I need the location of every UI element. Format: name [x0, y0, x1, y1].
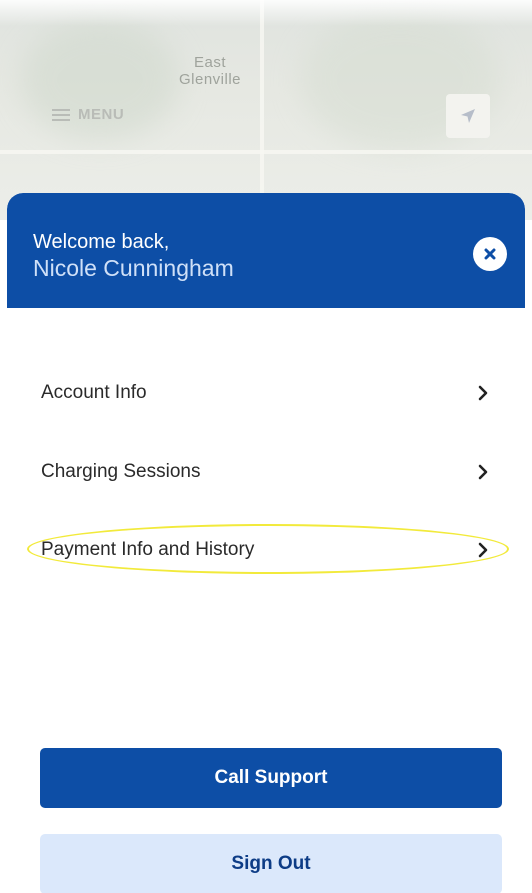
chevron-right-icon — [478, 464, 488, 480]
sheet-header: Welcome back, Nicole Cunningham — [7, 193, 525, 308]
map-place-label: East Glenville — [178, 54, 242, 88]
chevron-right-icon — [478, 542, 488, 558]
account-menu-sheet: Welcome back, Nicole Cunningham Account … — [7, 193, 525, 893]
menu-button-label: MENU — [78, 106, 125, 123]
menu-item-charging-sessions[interactable]: Charging Sessions — [7, 442, 525, 502]
sign-out-button[interactable]: Sign Out — [40, 834, 502, 893]
call-support-button[interactable]: Call Support — [40, 748, 502, 808]
menu-item-label: Charging Sessions — [41, 461, 201, 482]
menu-item-account-info[interactable]: Account Info — [7, 363, 525, 423]
chevron-right-icon — [478, 385, 488, 401]
map-road — [0, 150, 532, 154]
map-road — [260, 0, 264, 220]
close-icon — [484, 248, 496, 260]
welcome-text: Welcome back, — [33, 231, 170, 253]
menu-item-label: Payment Info and History — [41, 539, 255, 560]
locate-button[interactable] — [446, 94, 490, 138]
user-name: Nicole Cunningham — [33, 255, 234, 281]
location-arrow-icon — [461, 109, 475, 123]
menu-item-label: Account Info — [41, 382, 147, 403]
hamburger-icon — [52, 108, 70, 121]
status-bar — [0, 0, 532, 26]
close-button[interactable] — [473, 237, 507, 271]
menu-item-payment-info[interactable]: Payment Info and History — [7, 520, 525, 580]
menu-button[interactable]: MENU — [52, 106, 124, 123]
